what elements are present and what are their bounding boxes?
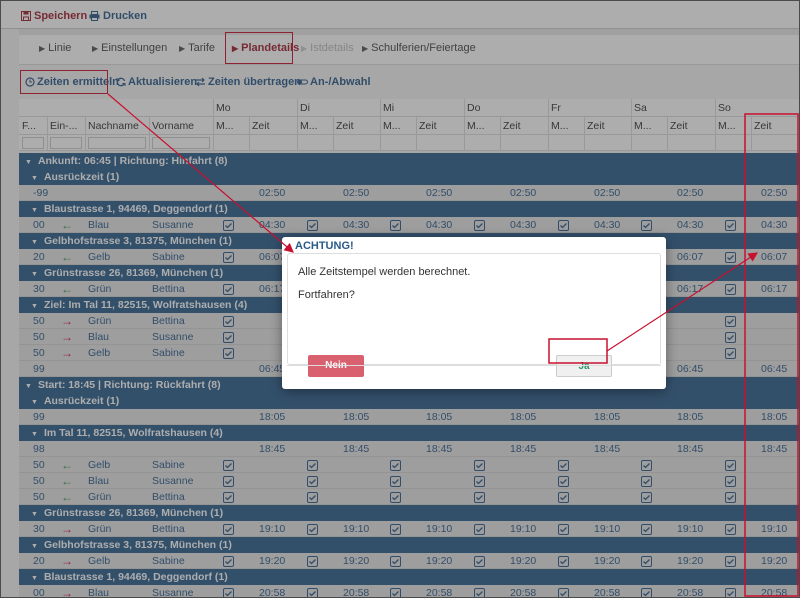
dialog-question: Fortfahren? (298, 289, 355, 301)
ja-button[interactable]: Ja (556, 355, 612, 377)
dialog-footer (287, 365, 661, 366)
dialog-body: Alle Zeitstempel werden berechnet. Fortf… (287, 253, 661, 377)
dialog-title: ACHTUNG! (295, 240, 354, 252)
dialog-message: Alle Zeitstempel werden berechnet. (298, 266, 471, 278)
confirm-dialog: ACHTUNG! Alle Zeitstempel werden berechn… (282, 237, 666, 389)
nein-button[interactable]: Nein (308, 355, 364, 377)
